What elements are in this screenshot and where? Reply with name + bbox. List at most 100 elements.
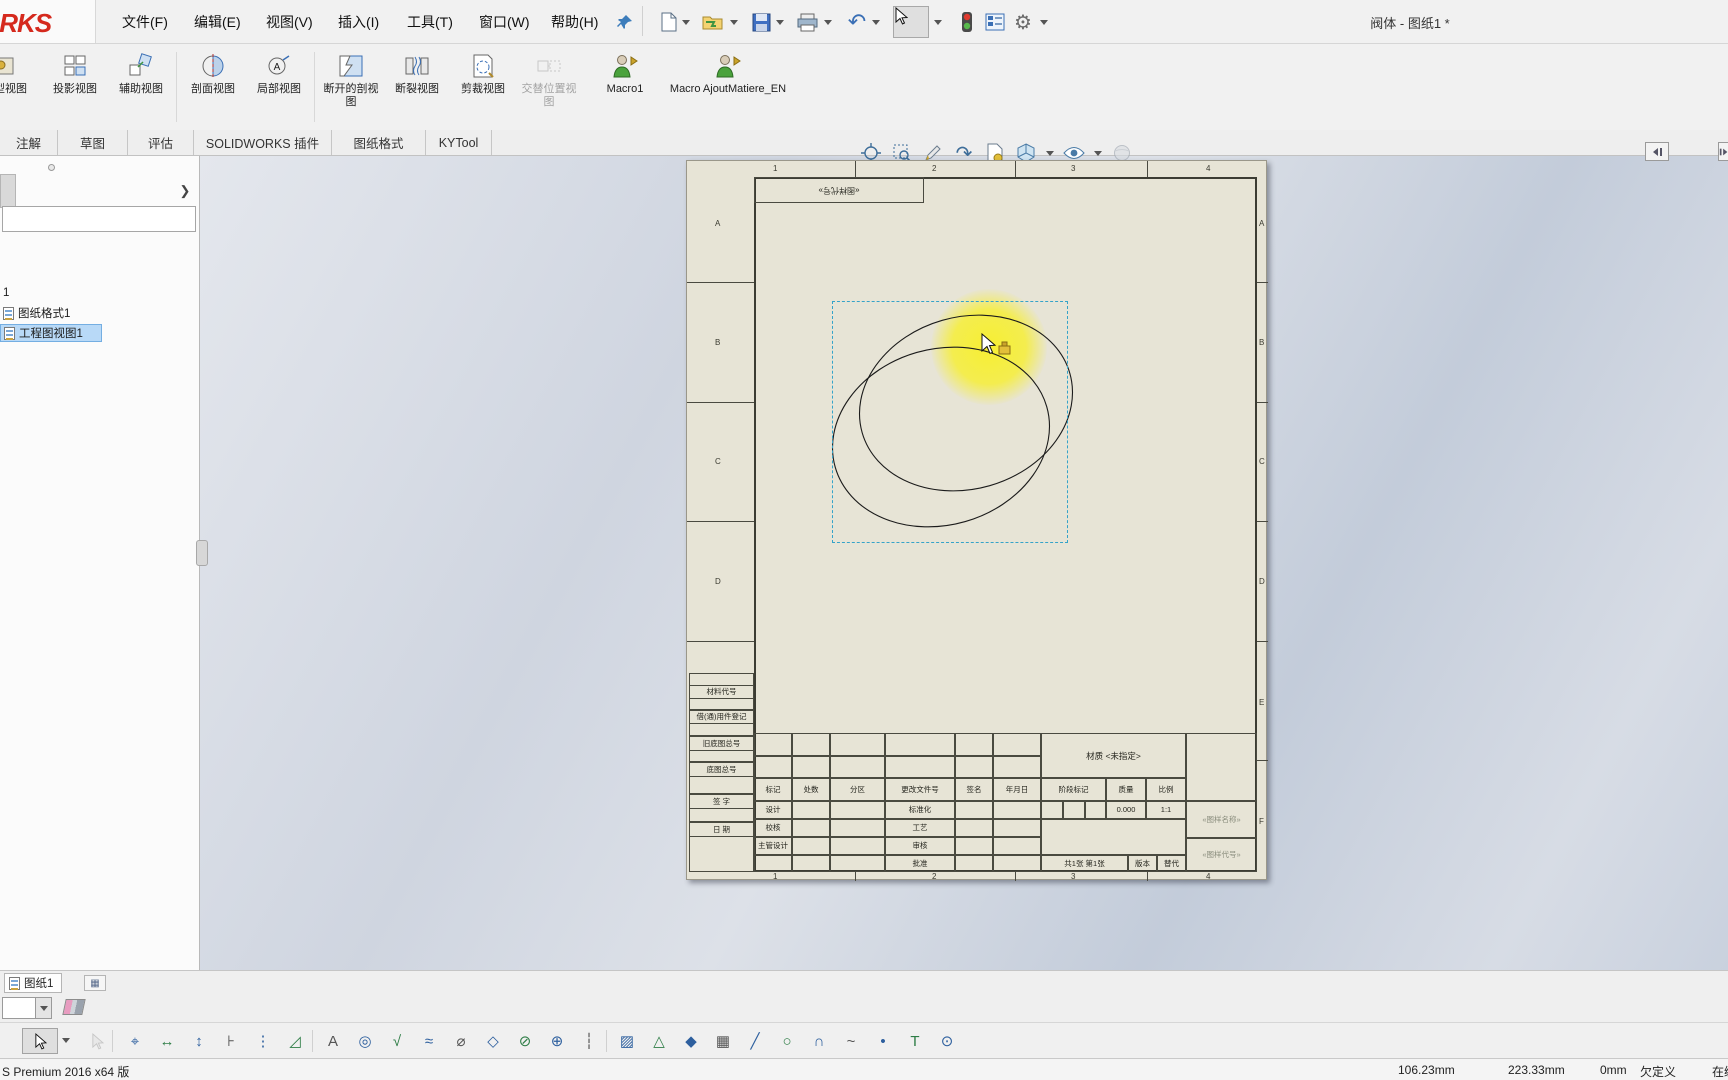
tab-evaluate[interactable]: 评估 — [128, 130, 194, 155]
smart-dimension-icon[interactable]: ⌖ — [122, 1028, 148, 1054]
menu-insert[interactable]: 插入(I) — [338, 12, 379, 32]
panel-flyout-arrow[interactable]: ❯ — [176, 182, 194, 200]
print-icon[interactable] — [794, 9, 820, 35]
vertical-dimension-icon[interactable]: ↕ — [186, 1028, 212, 1054]
tab-sketch[interactable]: 草图 — [58, 130, 128, 155]
save-icon[interactable] — [748, 9, 774, 35]
hole-callout-icon[interactable]: ⊘ — [512, 1028, 538, 1054]
chamfer-dimension-icon[interactable]: ◿ — [282, 1028, 308, 1054]
undo-dropdown[interactable] — [872, 20, 880, 25]
title-block-cell — [754, 756, 792, 778]
alternate-position-view-icon — [534, 51, 564, 81]
menu-window[interactable]: 窗口(W) — [479, 12, 530, 32]
stage-mark-header: 阶段标记 — [1041, 778, 1106, 801]
tree-root-item-clipped[interactable]: 1 — [0, 284, 9, 302]
command-separator — [314, 52, 315, 122]
balloon-icon[interactable]: ◎ — [352, 1028, 378, 1054]
menu-help[interactable]: 帮助(H) — [551, 12, 598, 32]
toolbar-separator — [642, 6, 643, 36]
select-tool-caret[interactable] — [62, 1038, 70, 1043]
sketch-arc-icon[interactable]: ∩ — [806, 1028, 832, 1054]
tab-sheet-format[interactable]: 图纸格式 — [332, 130, 426, 155]
surface-finish-icon[interactable]: √ — [384, 1028, 410, 1054]
auxiliary-view-button[interactable]: 辅助视图 — [110, 48, 172, 126]
revision-symbol-icon[interactable]: △ — [646, 1028, 672, 1054]
properties-list-icon[interactable] — [982, 9, 1008, 35]
weld-symbol-icon[interactable]: ≈ — [416, 1028, 442, 1054]
note-icon[interactable]: A — [320, 1028, 346, 1054]
section-view-button[interactable]: 剖面视图 — [182, 48, 244, 126]
options-gear-icon[interactable]: ⚙ — [1010, 9, 1036, 35]
model-view-button[interactable]: 模型视图 — [0, 48, 36, 126]
table-icon[interactable]: ▦ — [710, 1028, 736, 1054]
sketch-line-icon[interactable]: ╱ — [742, 1028, 768, 1054]
save-dropdown[interactable] — [776, 20, 784, 25]
style-dropdown-caret[interactable] — [35, 998, 51, 1018]
tab-kytool[interactable]: KYTool — [426, 130, 492, 155]
collapse-right-pane-button[interactable] — [1718, 142, 1728, 161]
menu-tools[interactable]: 工具(T) — [407, 12, 453, 32]
projected-view-button[interactable]: 投影视图 — [44, 48, 106, 126]
datum-feature-icon[interactable]: ◇ — [480, 1028, 506, 1054]
sketch-point-icon[interactable]: • — [870, 1028, 896, 1054]
menu-file[interactable]: 文件(F) — [122, 12, 168, 32]
sheet-tab-options-button[interactable]: ▦ — [84, 975, 106, 991]
panel-grip-dot[interactable] — [48, 164, 55, 171]
undo-icon[interactable]: ↶ — [844, 9, 870, 35]
open-document-dropdown[interactable] — [730, 20, 738, 25]
baseline-dimension-icon[interactable]: ⊦ — [218, 1028, 244, 1054]
break-view-button[interactable]: 断裂视图 — [386, 48, 448, 126]
drawing-view-border[interactable] — [832, 301, 1068, 543]
projected-view-icon — [60, 51, 90, 81]
traffic-light-icon[interactable] — [954, 9, 980, 35]
block-icon[interactable]: ◆ — [678, 1028, 704, 1054]
lasso-select-icon[interactable] — [84, 1028, 110, 1054]
tree-item-sheet-format[interactable]: 图纸格式1 — [0, 304, 70, 322]
hide-show-items-dropdown[interactable] — [1094, 150, 1102, 156]
menu-edit[interactable]: 编辑(E) — [194, 12, 241, 32]
center-mark-icon[interactable]: ⊕ — [544, 1028, 570, 1054]
geometric-tolerance-icon[interactable]: ⌀ — [448, 1028, 474, 1054]
crop-view-button[interactable]: 剪裁视图 — [452, 48, 514, 126]
horizontal-dimension-icon[interactable]: ↔ — [154, 1028, 180, 1054]
signature-cell — [955, 837, 993, 855]
macro-ajoutmatiere-button[interactable]: Macro AjoutMatiere_EN — [668, 48, 788, 126]
detail-view-button[interactable]: A 局部视图 — [248, 48, 310, 126]
tree-filter-input[interactable] — [2, 206, 196, 232]
tab-sheet-format-label: 图纸格式 — [353, 137, 404, 151]
tab-addins[interactable]: SOLIDWORKS 插件 — [194, 130, 332, 155]
sheet-tab-active[interactable]: 图纸1 — [4, 973, 63, 993]
macro1-button[interactable]: Macro1 — [590, 48, 660, 126]
sketch-circle-icon[interactable]: ○ — [774, 1028, 800, 1054]
macro1-label: Macro1 — [606, 83, 644, 95]
select-tool-button[interactable] — [22, 1028, 58, 1054]
centerline-icon[interactable]: ┆ — [576, 1028, 602, 1054]
ordinate-dimension-icon[interactable]: ⋮ — [250, 1028, 276, 1054]
select-tool-active[interactable] — [893, 6, 929, 38]
sketch-spline-icon[interactable]: ~ — [838, 1028, 864, 1054]
panel-splitter-handle[interactable] — [196, 540, 208, 566]
new-document-icon[interactable] — [656, 9, 682, 35]
broken-out-section-button[interactable]: 断开的剖视图 — [320, 48, 382, 126]
drawing-sheet[interactable]: 1 2 3 4 1 2 3 4 A B C D A B C D E F «图样代… — [686, 160, 1268, 881]
print-dropdown[interactable] — [824, 20, 832, 25]
sketch-text-icon[interactable]: T — [902, 1028, 928, 1054]
open-document-icon[interactable] — [700, 9, 726, 35]
title-block-cell — [830, 756, 885, 778]
magnifying-glass-icon[interactable]: ⊙ — [934, 1028, 960, 1054]
select-tool-dropdown[interactable] — [934, 20, 942, 25]
pin-menu-icon[interactable] — [612, 9, 638, 35]
style-dropdown[interactable] — [2, 997, 52, 1019]
menu-view[interactable]: 视图(V) — [266, 12, 313, 32]
signature-cell — [993, 801, 1041, 819]
graphics-area[interactable]: ↷ 1 2 3 4 1 2 3 4 A B C D A B C D E F «图… — [200, 142, 1728, 970]
options-dropdown[interactable] — [1040, 20, 1048, 25]
area-hatch-icon[interactable]: ▨ — [614, 1028, 640, 1054]
view-orientation-dropdown[interactable] — [1046, 150, 1054, 156]
tab-annotation[interactable]: 注解 — [0, 130, 58, 155]
model-view-icon — [0, 51, 20, 81]
new-document-dropdown[interactable] — [682, 20, 690, 25]
eraser-icon[interactable] — [62, 999, 86, 1015]
collapse-left-pane-button[interactable] — [1645, 142, 1669, 161]
tree-item-drawing-view[interactable]: 工程图视图1 — [0, 324, 102, 342]
